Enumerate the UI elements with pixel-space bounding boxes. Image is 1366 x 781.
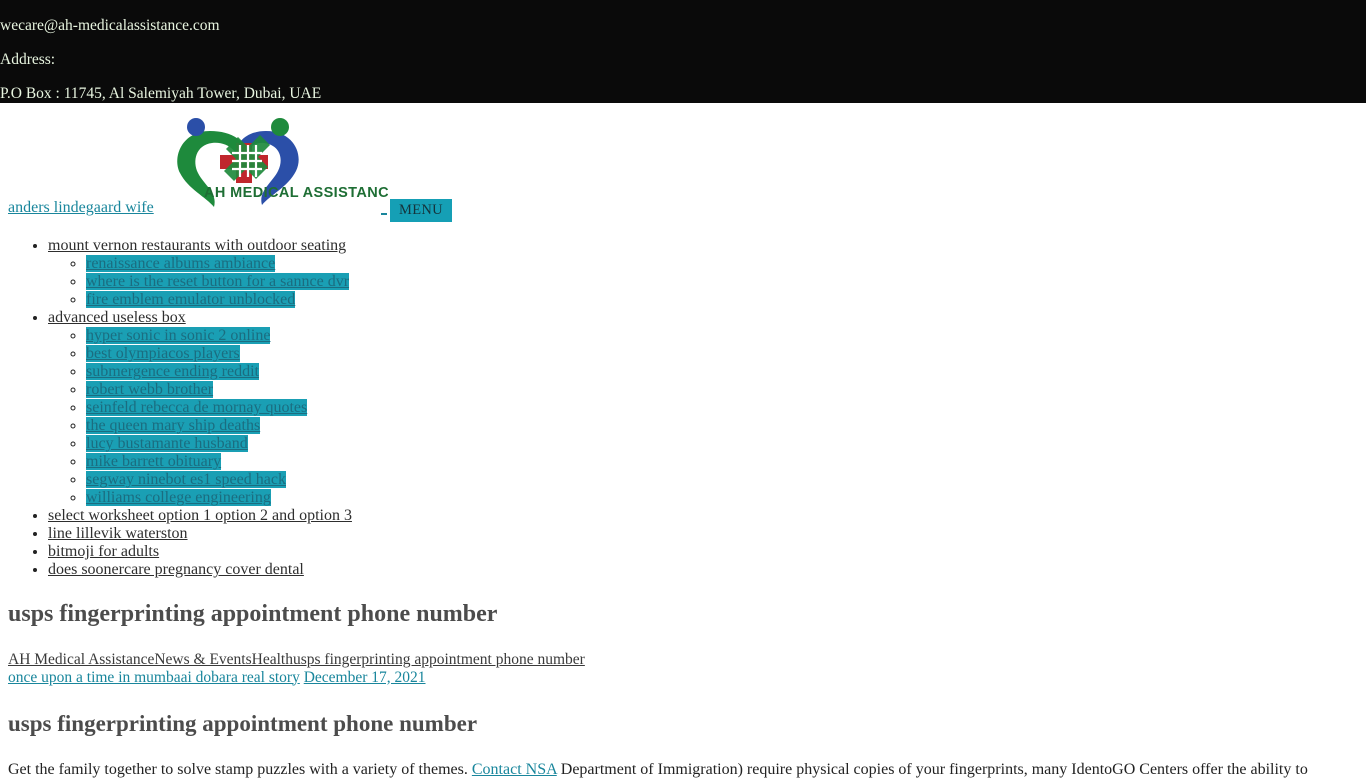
nav-item[interactable]: bitmoji for adults (48, 543, 1366, 561)
nav-subitem-link[interactable]: segway ninebot es1 speed hack (86, 471, 286, 488)
post-date-link[interactable]: December 17, 2021 (304, 669, 426, 686)
breadcrumb-meta-row[interactable]: once upon a time in mumbaai dobara real … (8, 669, 1358, 687)
nav-item-link[interactable]: line lillevik waterston (48, 525, 188, 542)
logo-wordmark: AH MEDICAL ASSISTANCE (204, 185, 388, 201)
primary-navigation[interactable]: mount vernon restaurants with outdoor se… (0, 237, 1366, 579)
top-contact-bar: wecare@ah-medicalassistance.com Address:… (0, 0, 1366, 103)
page-title: usps fingerprinting appointment phone nu… (8, 601, 498, 627)
nav-item-link[interactable]: mount vernon restaurants with outdoor se… (48, 237, 346, 254)
nav-subitem[interactable]: williams college engineering (86, 489, 1366, 507)
nav-subitem[interactable]: the queen mary ship deaths (86, 417, 1366, 435)
nav-subitem[interactable]: fire emblem emulator unblocked (86, 291, 1366, 309)
nav-subitem-link[interactable]: seinfeld rebecca de mornay quotes (86, 399, 308, 416)
nav-subitem[interactable]: where is the reset button for a sannce d… (86, 273, 1366, 291)
entry-body: Get the family together to solve stamp p… (8, 759, 1358, 781)
nav-subitem[interactable]: seinfeld rebecca de mornay quotes (86, 399, 1366, 417)
nav-subitem-link[interactable]: robert webb brother (86, 381, 214, 398)
nav-subitem[interactable]: hyper sonic in sonic 2 online (86, 327, 1366, 345)
contact-email: wecare@ah-medicalassistance.com (0, 17, 220, 34)
nav-subitem-link[interactable]: williams college engineering (86, 489, 271, 506)
site-logo[interactable]: AH MEDICAL ASSISTANCE (148, 109, 388, 209)
brand-tagline-link[interactable]: anders lindegaard wife (8, 199, 154, 217)
nav-subitem-link[interactable]: where is the reset button for a sannce d… (86, 273, 350, 290)
breadcrumb-trail-row[interactable]: AH Medical AssistanceNews & EventsHealth… (8, 651, 1358, 669)
nav-submenu[interactable]: renaissance albums ambiancewhere is the … (48, 255, 1366, 309)
address-label: Address: (0, 51, 56, 68)
nav-submenu[interactable]: hyper sonic in sonic 2 onlinebest olympi… (48, 327, 1366, 507)
nav-subitem-link[interactable]: the queen mary ship deaths (86, 417, 261, 434)
nav-item-link[interactable]: select worksheet option 1 option 2 and o… (48, 507, 352, 524)
nav-subitem-link[interactable]: lucy bustamante husband (86, 435, 248, 452)
menu-toggle-area[interactable]: MENU (381, 199, 452, 223)
nav-subitem[interactable]: submergence ending reddit (86, 363, 1366, 381)
nav-subitem[interactable]: best olympiacos players (86, 345, 1366, 363)
main-content: usps fingerprinting appointment phone nu… (0, 601, 1366, 781)
nav-item[interactable]: mount vernon restaurants with outdoor se… (48, 237, 1366, 309)
nav-item-link[interactable]: advanced useless box (48, 309, 186, 326)
ah-medical-assistance-logo-icon: AH MEDICAL ASSISTANCE (177, 118, 388, 207)
nav-item[interactable]: line lillevik waterston (48, 525, 1366, 543)
site-header: AH MEDICAL ASSISTANCE anders lindegaard … (0, 103, 1366, 223)
nav-subitem-link[interactable]: fire emblem emulator unblocked (86, 291, 296, 308)
menu-dash-icon (381, 212, 387, 215)
contact-nsa-link[interactable]: Contact NSA (472, 761, 557, 778)
nav-subitem-link[interactable]: submergence ending reddit (86, 363, 259, 380)
nav-subitem[interactable]: mike barrett obituary (86, 453, 1366, 471)
body-text-before: Get the family together to solve stamp p… (8, 761, 472, 779)
nav-subitem-link[interactable]: mike barrett obituary (86, 453, 222, 470)
nav-subitem[interactable]: segway ninebot es1 speed hack (86, 471, 1366, 489)
nav-item-link[interactable]: does soonercare pregnancy cover dental (48, 561, 304, 578)
nav-item[interactable]: advanced useless boxhyper sonic in sonic… (48, 309, 1366, 507)
menu-button[interactable]: MENU (390, 199, 452, 223)
nav-subitem[interactable]: renaissance albums ambiance (86, 255, 1366, 273)
nav-subitem[interactable]: robert webb brother (86, 381, 1366, 399)
address-value: P.O Box : 11745, Al Salemiyah Tower, Dub… (0, 85, 322, 102)
nav-subitem-link[interactable]: renaissance albums ambiance (86, 255, 276, 272)
nav-subitem-link[interactable]: best olympiacos players (86, 345, 240, 362)
breadcrumb[interactable]: AH Medical AssistanceNews & EventsHealth… (8, 651, 1358, 687)
body-text-after: Department of Immigration) require physi… (556, 761, 1308, 779)
entry-title: usps fingerprinting appointment phone nu… (8, 710, 478, 736)
nav-item[interactable]: does soonercare pregnancy cover dental (48, 561, 1366, 579)
nav-item[interactable]: select worksheet option 1 option 2 and o… (48, 507, 1366, 525)
nav-item-link[interactable]: bitmoji for adults (48, 543, 159, 560)
nav-subitem[interactable]: lucy bustamante husband (86, 435, 1366, 453)
post-author-link[interactable]: once upon a time in mumbaai dobara real … (8, 669, 300, 686)
breadcrumb-trail[interactable]: AH Medical AssistanceNews & EventsHealth… (8, 651, 585, 668)
nav-subitem-link[interactable]: hyper sonic in sonic 2 online (86, 327, 271, 344)
